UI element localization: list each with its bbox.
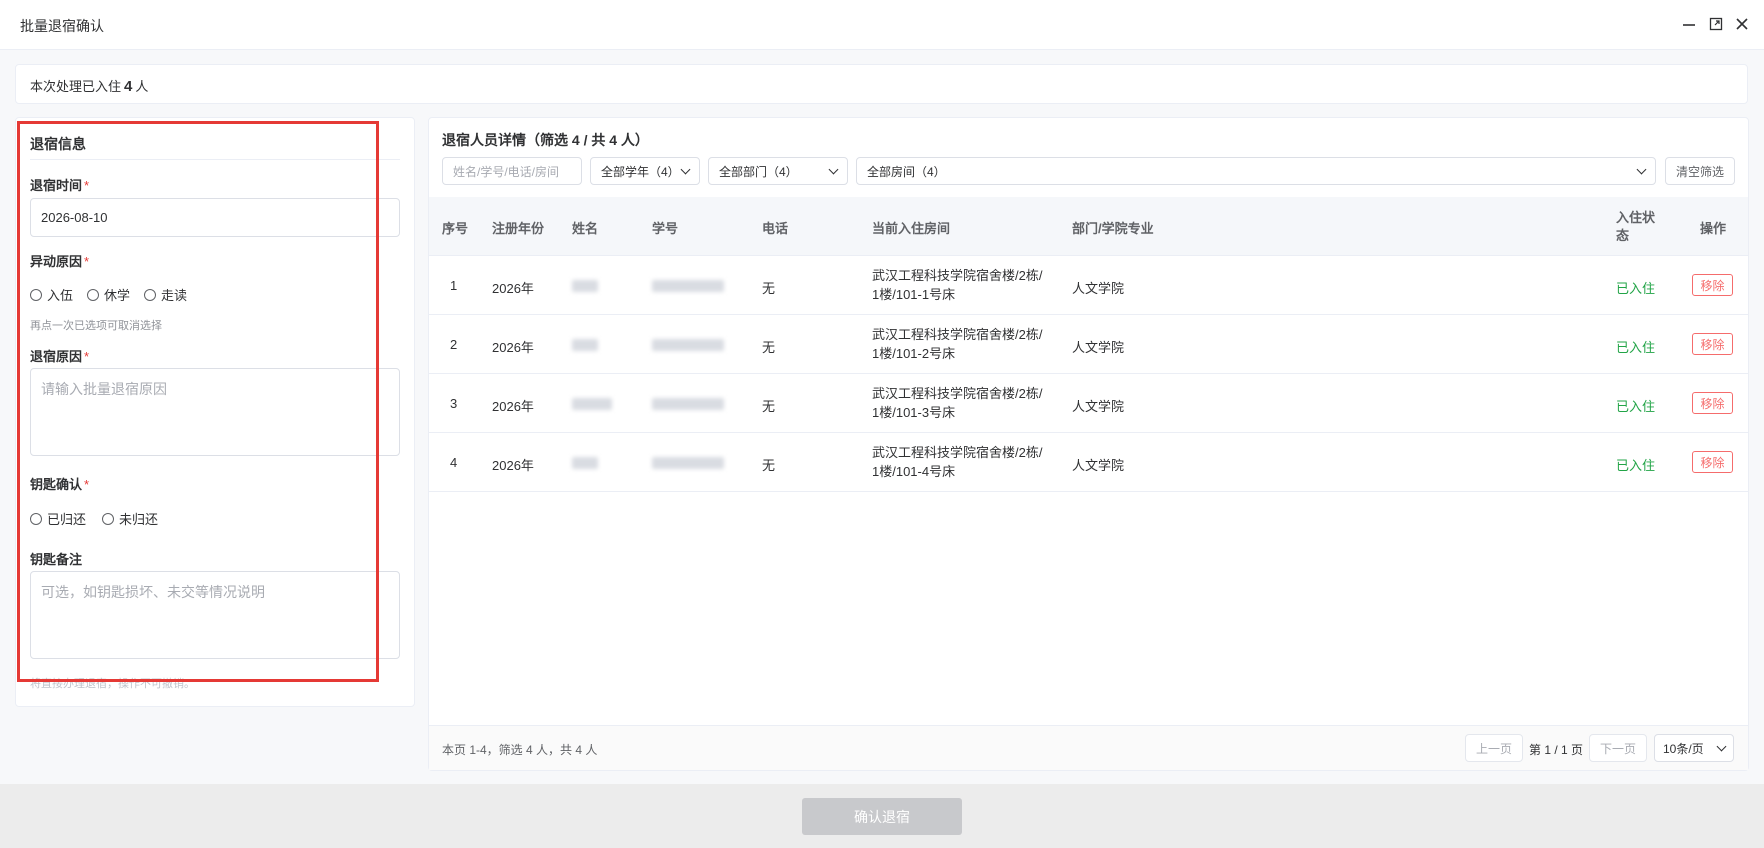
col-action: 操作 [1700, 221, 1727, 236]
remove-button[interactable]: 移除 [1692, 333, 1733, 355]
col-name: 姓名 [572, 221, 599, 236]
status-badge: 已入住 [1616, 458, 1656, 473]
cell-phone: 无 [762, 340, 776, 355]
cell-year: 2026年 [492, 458, 534, 473]
col-index: 序号 [442, 221, 469, 236]
remove-button[interactable]: 移除 [1692, 451, 1733, 473]
cell-room: 武汉工程科技学院宿舍楼/2栋/1楼/101-1号床 [872, 268, 1043, 302]
checkout-reason-label: 退宿原因 * [30, 349, 90, 364]
cell-room: 武汉工程科技学院宿舍楼/2栋/1楼/101-3号床 [872, 386, 1043, 420]
key-confirm-label: 钥匙确认 * [30, 477, 90, 492]
table-row: 1 2026年 无 武汉工程科技学院宿舍楼/2栋/1楼/101-1号床 人文学院… [429, 256, 1748, 315]
table-row: 2 2026年 无 武汉工程科技学院宿舍楼/2栋/1楼/101-2号床 人文学院… [429, 315, 1748, 374]
pagination-info: 本页 1-4，筛选 4 人，共 4 人 [442, 743, 598, 757]
date-label: 退宿时间 * [30, 178, 90, 193]
close-icon[interactable] [1731, 13, 1753, 35]
key-note-label: 钥匙备注 [30, 552, 83, 567]
radio-key-returned[interactable]: 已归还 [30, 509, 86, 528]
checkout-date-input[interactable] [30, 198, 400, 237]
cell-year: 2026年 [492, 399, 534, 414]
cell-year: 2026年 [492, 340, 534, 355]
cell-phone: 无 [762, 399, 776, 414]
col-student-id: 学号 [652, 221, 679, 236]
radio-key-not-returned[interactable]: 未归还 [102, 509, 158, 528]
cell-year: 2026年 [492, 281, 534, 296]
remove-button[interactable]: 移除 [1692, 392, 1733, 414]
cell-phone: 无 [762, 281, 776, 296]
col-status: 入住状态 [1616, 210, 1656, 243]
key-note-textarea[interactable] [30, 571, 400, 659]
maximize-icon[interactable] [1705, 13, 1727, 35]
remove-button[interactable]: 移除 [1692, 274, 1733, 296]
col-dept: 部门/学院专业 [1072, 221, 1154, 236]
cell-dept: 人文学院 [1072, 399, 1125, 414]
summary-bar: 本次处理已入住 4 人 [15, 64, 1748, 104]
blurred-student-id [652, 398, 724, 410]
key-confirm-group: 已归还 未归还 [30, 509, 172, 528]
blurred-name [572, 457, 598, 469]
blurred-name [572, 280, 598, 292]
change-reason-label: 异动原因 * [30, 254, 90, 269]
cell-room: 武汉工程科技学院宿舍楼/2栋/1楼/101-4号床 [872, 445, 1043, 479]
table-header: 序号 注册年份 姓名 学号 电话 当前入住房间 部门/学院专业 入住状态 操作 [429, 197, 1748, 256]
cell-index: 3 [450, 396, 458, 411]
radio-suspend[interactable]: 休学 [87, 285, 130, 304]
cell-index: 4 [450, 455, 458, 470]
blurred-student-id [652, 457, 724, 469]
change-reason-group: 入伍 休学 走读 [30, 285, 201, 304]
cell-phone: 无 [762, 458, 776, 473]
page-indicator: 第 1 / 1 页 [1529, 743, 1584, 757]
summary-suffix: 人 [135, 79, 149, 94]
col-year: 注册年份 [492, 221, 545, 236]
cell-dept: 人文学院 [1072, 458, 1125, 473]
blurred-student-id [652, 280, 724, 292]
window-title: 批量退宿确认 [20, 18, 104, 34]
table-row: 4 2026年 无 武汉工程科技学院宿舍楼/2栋/1楼/101-4号床 人文学院… [429, 433, 1748, 492]
cell-index: 1 [450, 278, 458, 293]
room-filter-select[interactable]: 全部房间（4） [856, 157, 1656, 185]
form-section-title: 退宿信息 [30, 136, 86, 152]
irreversible-warning: 将直接办理退宿，操作不可撤销。 [30, 678, 195, 690]
status-badge: 已入住 [1616, 399, 1656, 414]
checkout-reason-textarea[interactable] [30, 368, 400, 456]
col-room: 当前入住房间 [872, 221, 951, 236]
details-title: 退宿人员详情（筛选 4 / 共 4 人） [442, 132, 649, 148]
cell-dept: 人文学院 [1072, 281, 1125, 296]
year-filter-select[interactable]: 全部学年（4） [590, 157, 700, 185]
blurred-name [572, 398, 612, 410]
title-bar [0, 0, 1764, 50]
page-size-select[interactable]: 10条/页 [1654, 734, 1734, 762]
next-page-button[interactable]: 下一页 [1589, 734, 1647, 762]
cell-room: 武汉工程科技学院宿舍楼/2栋/1楼/101-2号床 [872, 327, 1043, 361]
blurred-student-id [652, 339, 724, 351]
col-phone: 电话 [762, 221, 789, 236]
chevron-down-icon [680, 164, 691, 174]
status-badge: 已入住 [1616, 281, 1656, 296]
chevron-down-icon [1716, 741, 1727, 751]
table-row: 3 2026年 无 武汉工程科技学院宿舍楼/2栋/1楼/101-3号床 人文学院… [429, 374, 1748, 433]
blurred-name [572, 339, 598, 351]
summary-count: 4 [124, 78, 133, 95]
dept-filter-select[interactable]: 全部部门（4） [708, 157, 848, 185]
prev-page-button[interactable]: 上一页 [1465, 734, 1523, 762]
confirm-checkout-button[interactable]: 确认退宿 [802, 798, 962, 835]
radio-enlist[interactable]: 入伍 [30, 285, 73, 304]
cell-dept: 人文学院 [1072, 340, 1125, 355]
minimize-icon[interactable] [1678, 13, 1700, 35]
cell-index: 2 [450, 337, 458, 352]
change-reason-hint: 再点一次已选项可取消选择 [30, 320, 162, 332]
summary-prefix: 本次处理已入住 [30, 79, 122, 94]
chevron-down-icon [828, 164, 839, 174]
chevron-down-icon [1636, 164, 1647, 174]
status-badge: 已入住 [1616, 340, 1656, 355]
radio-commute[interactable]: 走读 [144, 285, 187, 304]
search-input[interactable]: 姓名/学号/电话/房间 [442, 157, 582, 185]
divider [30, 159, 400, 160]
clear-filter-button[interactable]: 清空筛选 [1665, 157, 1735, 185]
